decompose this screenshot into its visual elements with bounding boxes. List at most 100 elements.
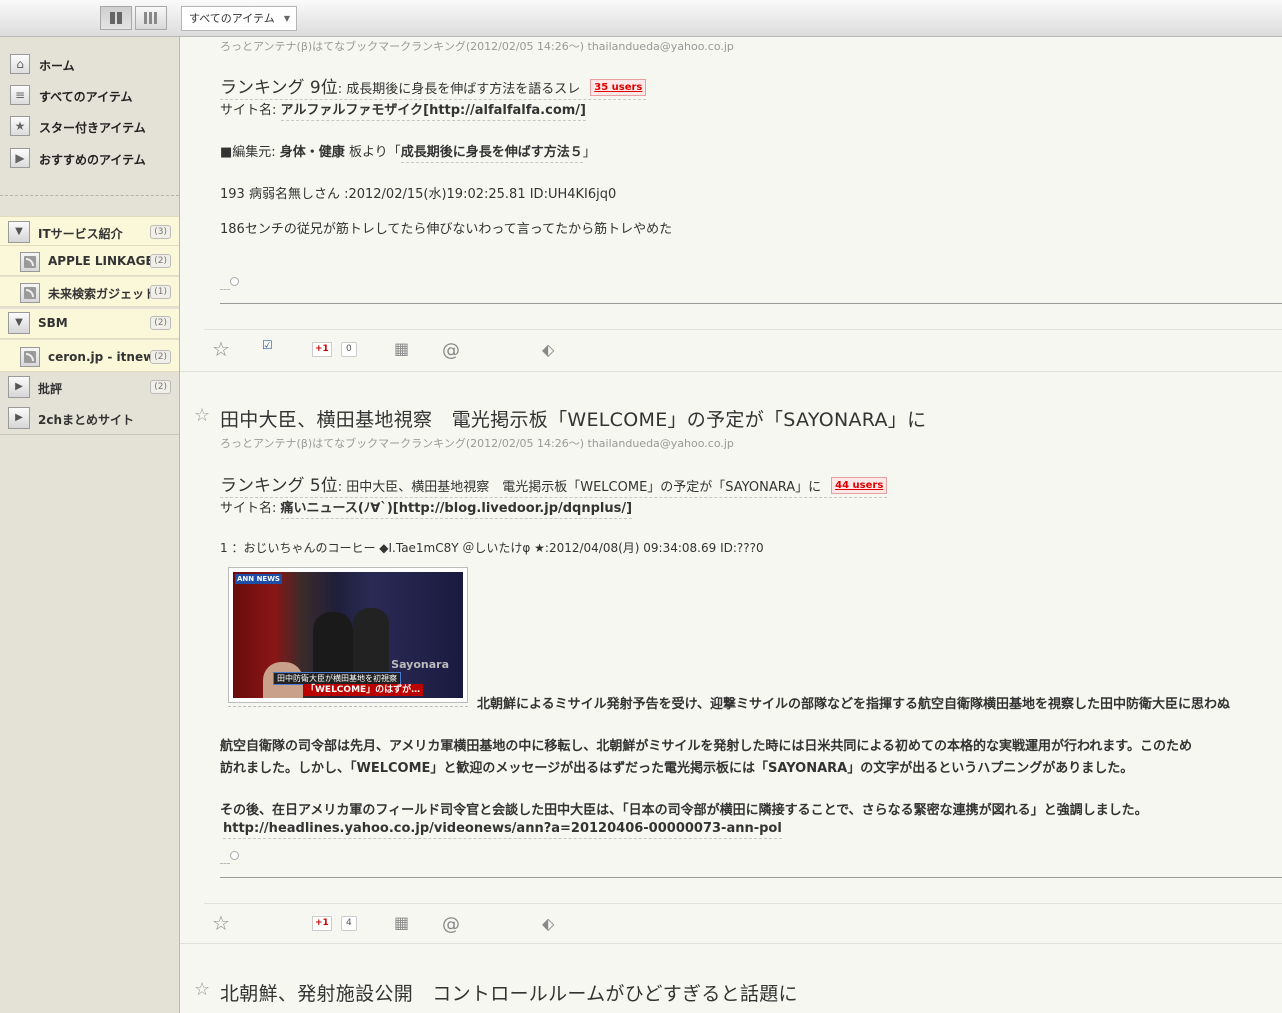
dashed-rule [228,706,468,707]
chevron-down-icon: ▼ [283,14,290,23]
sidebar-item-label: ホーム [39,59,75,73]
hatena-users-badge[interactable]: 35 users [590,79,647,96]
unread-count: (2) [150,380,171,394]
folder-label: SBM [38,316,68,330]
sidebar-feed-ceron[interactable]: ceron.jp - itnews (2) [0,340,179,372]
sidebar-feed-apple-linkage[interactable]: APPLE LINKAGE (2) [0,246,179,276]
star-icon: ★ [10,116,30,136]
play-icon: ▶ [10,148,30,168]
at-sign-icon[interactable]: @ [442,914,460,935]
site-line: サイト名: 痛いニュース(ﾉ∀`)[http://blog.livedoor.j… [220,497,633,519]
top-toolbar: すべてのアイテム ▼ [0,0,1282,37]
unread-count: (2) [150,350,171,364]
unread-count: (1) [150,285,171,299]
edit-source-text: 板より「 [344,145,401,160]
source-link-line: http://headlines.yahoo.co.jp/videonews/a… [223,821,782,839]
column-view-button[interactable] [135,6,167,30]
sayonara-sign-text: Sayonara [391,658,449,671]
star-icon[interactable]: ☆ [212,911,230,935]
entry-actions: ☆ +1 4 ▦ @ ⬖ [204,903,1282,944]
article-paragraph: 北朝鮮によるミサイル発射予告を受け、迎撃ミサイルの部隊などを指揮する航空自衛隊横… [477,697,1230,712]
sidebar-folder-it-services[interactable]: ▼ ITサービス紹介 (3) [0,216,179,246]
home-icon: ⌂ [10,54,30,74]
google-plus-one-button[interactable]: +1 [312,342,332,357]
star-icon[interactable]: ☆ [194,979,210,1000]
rss-icon [20,347,40,367]
feed-label: ceron.jp - itnews [48,350,162,364]
feed-label: 未来検索ガジェット [48,287,150,301]
site-link[interactable]: 痛いニュース(ﾉ∀`)[http://blog.livedoor.jp/dqnp… [280,501,633,519]
thread-link[interactable]: 成長期後に身長を伸ばす方法５ [400,145,583,163]
news-image: ANN NEWS Sayonara 田中防衛大臣が横田基地を初視察 「WELCO… [233,572,463,698]
folder-expand-icon[interactable]: ▶ [8,376,30,398]
folder-toggle-icon[interactable]: ▼ [8,221,30,243]
unread-count: (2) [150,254,171,268]
ranking-title: : 田中大臣、横田基地視察 電光掲示板「WELCOME」の予定が「SAYONAR… [337,480,822,495]
article-paragraph: 航空自衛隊の司令部は先月、アメリカ軍横田基地の中に移転し、北朝鮮がミサイルを発射… [220,739,1193,754]
entry-source-meta: ろっとアンテナ(β)はてなブックマークランキング(2012/02/05 14:2… [220,437,734,450]
unread-count: (2) [150,316,171,330]
dropdown-label: すべてのアイテム [189,12,275,25]
image-caption: 「WELCOME」のはずが… [303,684,424,696]
entry-body-rule [220,877,1282,878]
sidebar-folder-critique[interactable]: ▶ 批評 (2) [0,372,179,402]
google-plus-one-button[interactable]: +1 [312,916,332,931]
list-view-button[interactable] [100,6,132,30]
sidebar-item-home[interactable]: ⌂ ホーム [0,51,179,79]
site-label: サイト名: [220,103,281,118]
unread-count: (3) [150,225,171,239]
article-paragraph: 訪れました。しかし、「WELCOME」と歓迎のメッセージが出るはずだった電光掲示… [220,761,1134,776]
star-icon[interactable]: ☆ [194,405,210,426]
checkbox-icon[interactable]: ☑ [262,338,273,352]
site-label: サイト名: [220,501,281,516]
entries-pane: ろっとアンテナ(β)はてなブックマークランキング(2012/02/05 14:2… [180,37,1282,1013]
sidebar-folder-sbm[interactable]: ▼ SBM (2) [0,309,179,339]
plus-one-count: 4 [341,916,357,931]
edit-source-line: ■編集元: 身体・健康 板より「成長期後に身長を伸ばす方法５」 [220,141,596,163]
at-sign-icon[interactable]: @ [442,340,460,361]
entry-title[interactable]: 田中大臣、横田基地視察 電光掲示板「WELCOME」の予定が「SAYONARA」… [220,405,926,432]
entry-separator [180,371,1282,372]
column-view-icon [144,12,157,24]
folder-label: ITサービス紹介 [38,227,123,241]
sidebar-folder-2ch-matome[interactable]: ▶ 2chまとめサイト [0,403,179,433]
ann-news-logo: ANN NEWS [235,574,282,584]
calendar-icon[interactable]: ▦ [394,339,409,358]
list-view-icon [110,12,122,24]
edit-source-label: ■編集元: [220,145,280,160]
rss-icon [20,252,40,272]
tag-icon[interactable]: ⬖ [542,914,554,933]
item-filter-dropdown[interactable]: すべてのアイテム ▼ [181,6,297,31]
news-thumbnail[interactable]: ANN NEWS Sayonara 田中防衛大臣が横田基地を初視察 「WELCO… [228,567,468,703]
folder-label: 2chまとめサイト [38,413,135,427]
entry-separator [180,943,1282,944]
entry-source-meta: ろっとアンテナ(β)はてなブックマークランキング(2012/02/05 14:2… [220,40,734,53]
plus-one-count: 0 [341,342,357,357]
site-link[interactable]: アルファルファモザイク[http://alfalfalfa.com/] [280,103,586,121]
source-link[interactable]: http://headlines.yahoo.co.jp/videonews/a… [223,821,782,839]
calendar-icon[interactable]: ▦ [394,913,409,932]
sidebar-divider [0,195,179,196]
sidebar: ⌂ ホーム ≡ すべてのアイテム ★ スター付きアイテム ▶ おすすめのアイテム… [0,37,180,1013]
entry-title[interactable]: 北朝鮮、発射施設公開 コントロールルームがひどすぎると話題に [220,979,798,1006]
list-icon: ≡ [10,85,30,105]
folder-toggle-icon[interactable]: ▼ [8,312,30,334]
sidebar-feed-mirai-kensaku[interactable]: 未来検索ガジェット (1) [0,277,179,307]
sidebar-item-starred[interactable]: ★ スター付きアイテム [0,113,179,141]
star-icon[interactable]: ☆ [212,337,230,361]
post-body: 186センチの従兄が筋トレしてたら伸びないわって言ってたから筋トレやめた [220,222,673,237]
sidebar-item-label: おすすめのアイテム [39,153,146,167]
board-link[interactable]: 身体・健康 [280,145,345,160]
circle-marker-icon [230,277,239,286]
site-line: サイト名: アルファルファモザイク[http://alfalfalfa.com/… [220,99,586,121]
hatena-users-badge[interactable]: 44 users [831,477,888,494]
folder-expand-icon[interactable]: ▶ [8,407,30,429]
folder-label: 批評 [38,382,63,396]
sidebar-divider [0,434,179,435]
sidebar-item-all-items[interactable]: ≡ すべてのアイテム [0,82,179,110]
dashed-rule [220,863,230,864]
rss-icon [20,283,40,303]
tag-icon[interactable]: ⬖ [542,340,554,359]
sidebar-item-recommended[interactable]: ▶ おすすめのアイテム [0,145,179,173]
ranking-line: ランキング 9位: 成長期後に身長を伸ばす方法を語るスレ 35 users [220,73,647,100]
